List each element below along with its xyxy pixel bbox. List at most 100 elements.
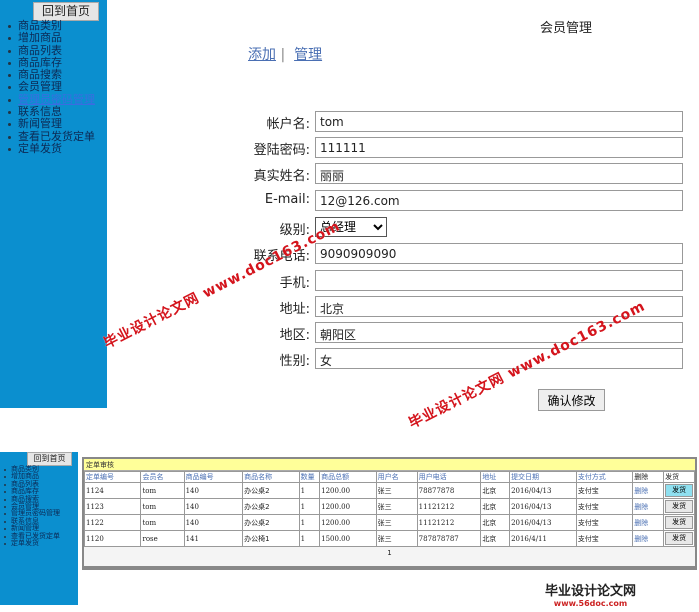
account-input[interactable]: tom (315, 111, 683, 132)
ship-cell: 发货 (663, 498, 695, 515)
delete-link[interactable]: 删除 (632, 482, 665, 499)
email-input[interactable]: 12@126.com (315, 190, 683, 211)
table-cell: 1200.00 (319, 482, 377, 499)
page-title: 会员管理 (540, 21, 593, 36)
region-input[interactable]: 朝阳区 (315, 322, 683, 343)
page-number[interactable]: 1 (84, 547, 695, 559)
table-cell: 办公椅1 (242, 530, 300, 547)
region-label: 地区: (279, 328, 310, 343)
sidebar-item-add-product[interactable]: 增加商品 (6, 31, 95, 44)
table-cell: 北京 (480, 530, 511, 547)
home-button[interactable]: 回到首页 (27, 452, 72, 466)
table-cell: 办公桌2 (242, 498, 300, 515)
table-cell: 1200.00 (319, 514, 377, 531)
column-header: 地址 (480, 471, 511, 483)
table-cell: 北京 (480, 514, 511, 531)
table-cell: 140 (183, 498, 244, 515)
table-cell: tom (140, 498, 185, 515)
table-cell: tom (140, 482, 185, 499)
column-header: 发货 (663, 471, 695, 483)
column-header: 定单编号 (83, 471, 142, 483)
delete-link[interactable]: 删除 (632, 514, 665, 531)
column-header: 会员名 (140, 471, 185, 483)
table-cell: 1200.00 (319, 498, 377, 515)
sidebar-2: 回到首页 商品类别 增加商品 商品列表 商品库存 商品搜索 会员管理 管理员密码… (0, 452, 78, 605)
password-label: 登陆密码: (253, 143, 310, 158)
table-cell: 1 (298, 514, 321, 531)
table-cell: 2016/04/13 (509, 482, 577, 499)
add-link[interactable]: 添加 (248, 47, 276, 63)
realname-label: 真实姓名: (253, 169, 310, 184)
table-cell: 北京 (480, 482, 511, 499)
ship-button[interactable]: 发货 (665, 500, 694, 513)
form-row-level: 级别: 总经理 (200, 217, 683, 238)
table-cell: 北京 (480, 498, 511, 515)
ship-button[interactable]: 发货 (665, 484, 694, 497)
table-cell: 140 (183, 482, 244, 499)
phone-input[interactable]: 9090909090 (315, 243, 683, 264)
table-cell: rose (140, 530, 185, 547)
table-cell: 2016/04/13 (509, 514, 577, 531)
site-logo: 毕业设计论文网 www.56doc.com (545, 580, 636, 608)
form-row-password: 登陆密码: 111111 (200, 137, 683, 158)
table-cell: 1123 (83, 498, 142, 515)
column-header: 支付方式 (575, 471, 634, 483)
form-row-account: 帐户名: tom (200, 111, 683, 132)
table-cell: 张三 (375, 498, 418, 515)
column-header: 用户电话 (416, 471, 482, 483)
sidebar-menu: 商品类别 增加商品 商品列表 商品库存 商品搜索 会员管理 管理员密码管理 联系… (6, 19, 95, 155)
column-header: 商品总额 (319, 471, 377, 483)
mobile-input[interactable] (315, 270, 683, 291)
table-cell: 张三 (375, 514, 418, 531)
form-row-realname: 真实姓名: 丽丽 (200, 163, 683, 184)
sidebar: 回到首页 商品类别 增加商品 商品列表 商品库存 商品搜索 会员管理 管理员密码… (0, 0, 107, 408)
password-input[interactable]: 111111 (315, 137, 683, 158)
ship-button[interactable]: 发货 (665, 516, 694, 529)
form-row-email: E-mail: 12@126.com (200, 190, 683, 211)
table-cell: 1120 (83, 530, 142, 547)
table-row: 1124 tom 140 办公桌2 1 1200.00 张三 78877878 北京 2016/0… (83, 482, 695, 499)
ship-cell: 发货 (663, 530, 695, 547)
delete-link[interactable]: 删除 (632, 530, 665, 547)
account-label: 帐户名: (266, 117, 310, 132)
column-header: 用户名 (375, 471, 418, 483)
table-cell: 办公桌2 (242, 482, 300, 499)
table-cell: tom (140, 514, 185, 531)
address-label: 地址: (279, 302, 310, 317)
orders-panel: 定单审核 定单编号 会员名 商品编号 商品名称 数量 商品总额 用户名 用户电话 地址 提交日期支… (82, 457, 697, 570)
ship-cell: 发货 (663, 514, 695, 531)
table-cell: 787878787 (416, 530, 482, 547)
separator: | (280, 47, 286, 63)
table-cell: 1122 (83, 514, 142, 531)
realname-input[interactable]: 丽丽 (315, 163, 683, 184)
table-cell: 支付宝 (575, 514, 634, 531)
table-cell: 1 (298, 498, 321, 515)
mobile-label: 手机: (279, 276, 310, 291)
table-cell: 78877878 (416, 482, 482, 499)
sidebar-item-members[interactable]: 会员管理 (6, 81, 95, 93)
confirm-button[interactable]: 确认修改 (538, 389, 605, 411)
table-row: 1122 tom 140 办公桌2 1 1200.00 张三 11121212 北京 2016/0… (83, 514, 695, 531)
sidebar-item-ship-orders[interactable]: 定单发货 (6, 142, 95, 155)
table-cell: 张三 (375, 530, 418, 547)
table-cell: 支付宝 (575, 498, 634, 515)
table-row: 1120 rose 141 办公椅1 1 1500.00 张三 787878787 北京 2016… (83, 530, 695, 547)
orders-caption: 定单审核 (84, 459, 695, 471)
table-cell: 1 (298, 530, 321, 547)
table-cell: 1124 (83, 482, 142, 499)
ship-button[interactable]: 发货 (665, 532, 694, 545)
sidebar-item-ship-orders[interactable]: 定单发货 (3, 539, 60, 547)
form-row-mobile: 手机: (200, 270, 683, 291)
column-header: 商品名称 (242, 471, 300, 483)
column-header: 数量 (298, 471, 321, 483)
manage-link[interactable]: 管理 (294, 47, 322, 63)
column-header: 删除 (632, 471, 665, 483)
orders-table: 定单编号 会员名 商品编号 商品名称 数量 商品总额 用户名 用户电话 地址 提交日期 支付方式 删除… (83, 471, 695, 547)
table-cell: 2016/4/11 (509, 530, 577, 547)
table-row: 1123 tom 140 办公桌2 1 1200.00 张三 11121212 北京 2016/0… (83, 498, 695, 515)
table-cell: 支付宝 (575, 482, 634, 499)
table-cell: 1 (298, 482, 321, 499)
delete-link[interactable]: 删除 (632, 498, 665, 515)
column-header: 商品编号 (183, 471, 244, 483)
sidebar-item-news[interactable]: 新闻管理 (6, 118, 95, 130)
